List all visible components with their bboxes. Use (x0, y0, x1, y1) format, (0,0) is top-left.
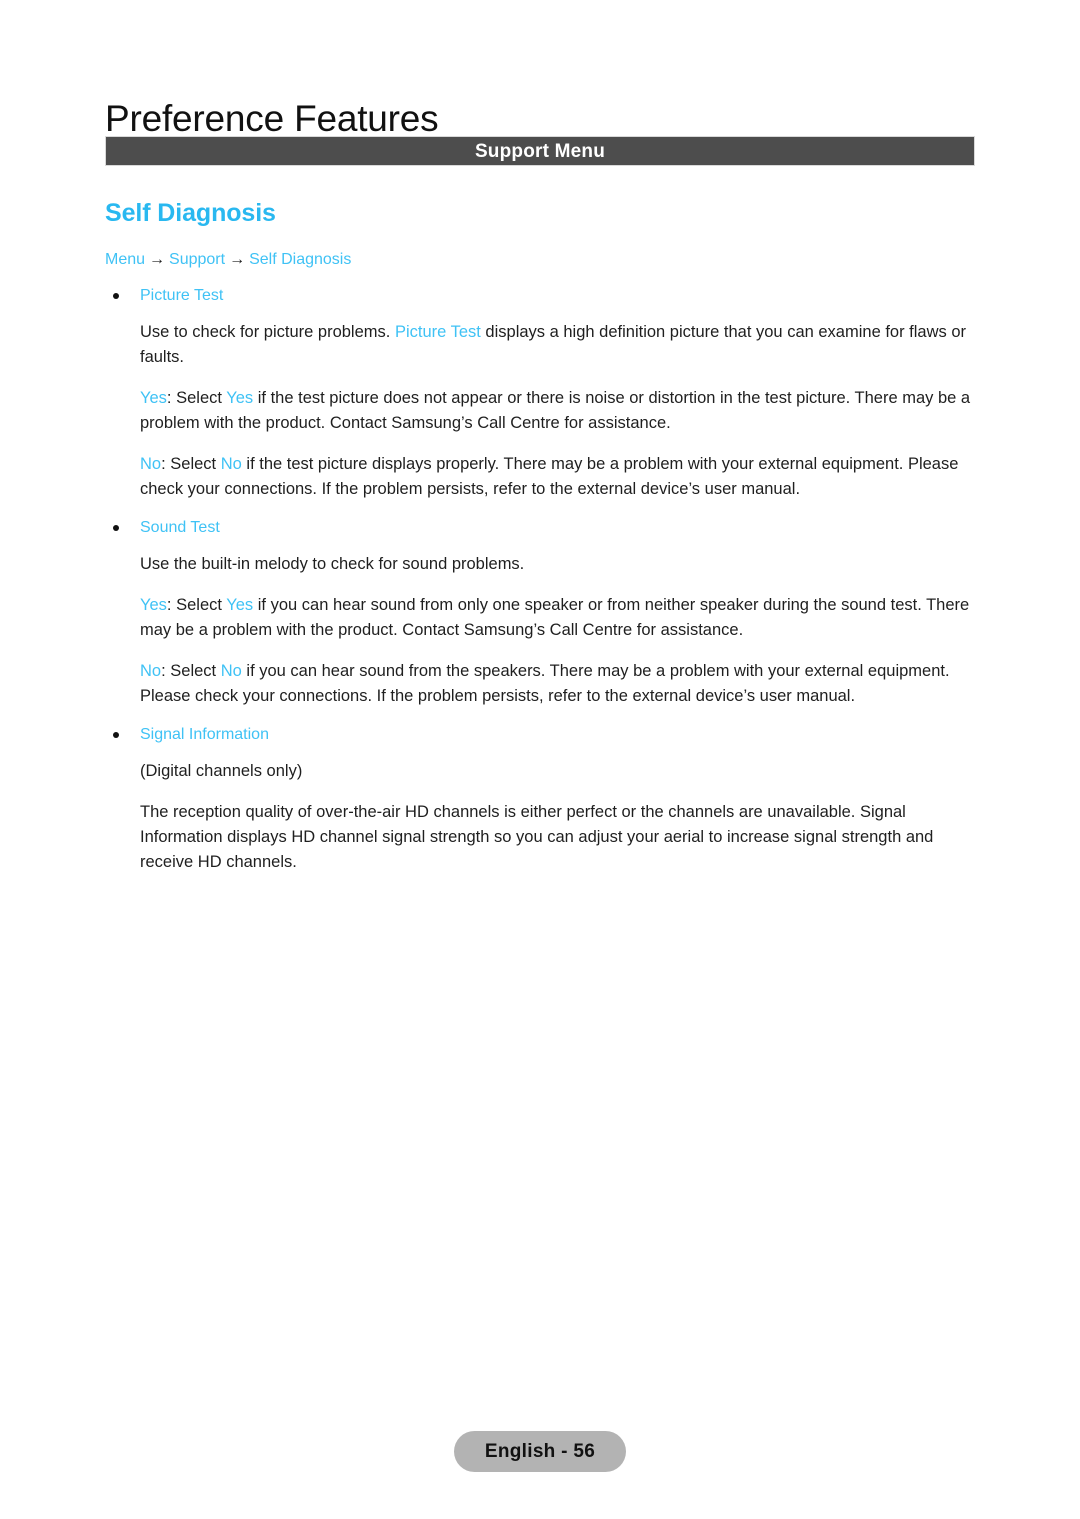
accent-term: Yes (226, 389, 254, 407)
bullet-label: Sound Test (140, 519, 220, 536)
footer-page-badge: English - 56 (454, 1431, 626, 1472)
breadcrumb-arrow-icon: → (229, 251, 246, 268)
bullet-item-signal-information: Signal Information (105, 725, 985, 745)
text-run: if you can hear sound from only one spea… (140, 596, 970, 639)
accent-term: No (140, 662, 162, 680)
text-run: : Select (161, 455, 221, 473)
section-header-label: Support Menu (474, 140, 606, 162)
text-run: if the test picture does not appear or t… (140, 389, 971, 432)
paragraph: (Digital channels only) (105, 759, 985, 784)
accent-term: No (220, 662, 242, 680)
chapter-title: Preference Features (105, 97, 439, 139)
text-run: if the test picture displays properly. T… (140, 455, 959, 498)
breadcrumb-item-self-diagnosis[interactable]: Self Diagnosis (249, 251, 351, 268)
text-run: (Digital channels only) (140, 762, 303, 780)
bullet-label: Picture Test (140, 287, 224, 304)
section-header-bar: Support Menu (105, 136, 975, 166)
paragraph: Yes: Select Yes if the test picture does… (105, 386, 985, 436)
text-run: : Select (166, 389, 227, 407)
paragraph: Yes: Select Yes if you can hear sound fr… (105, 593, 985, 643)
accent-term: Yes (140, 389, 167, 407)
text-run: Use to check for picture problems. (140, 323, 395, 341)
bullet-dot-icon (113, 732, 119, 738)
text-run: : Select (166, 596, 227, 614)
accent-term: No (140, 455, 162, 473)
text-run: Use the built-in melody to check for sou… (140, 555, 525, 573)
footer-page-label: English - 56 (484, 1440, 596, 1462)
accent-term: Picture Test (394, 323, 481, 341)
accent-term: No (220, 455, 242, 473)
paragraph: Use to check for picture problems. Pictu… (105, 320, 985, 370)
paragraph: The reception quality of over-the-air HD… (105, 800, 985, 875)
bullet-item-sound-test: Sound Test (105, 518, 985, 538)
text-run: if you can hear sound from the speakers.… (140, 662, 950, 705)
text-run: : Select (161, 662, 221, 680)
content-column: Self Diagnosis Menu → Support → Self Diagnos… (105, 198, 985, 875)
accent-term: Yes (140, 596, 167, 614)
breadcrumb-item-support[interactable]: Support (169, 251, 225, 268)
paragraph: Use the built-in melody to check for sou… (105, 552, 985, 577)
bullet-label: Signal Information (140, 726, 269, 743)
document-page: Preference Features Support Menu Self Di… (0, 0, 1080, 1519)
bullet-dot-icon (113, 293, 119, 299)
accent-term: Yes (226, 596, 254, 614)
paragraph: No: Select No if the test picture displa… (105, 452, 985, 502)
sections-container: Picture Test Use to check for picture pro… (105, 286, 985, 875)
breadcrumb-arrow-icon: → (149, 251, 166, 268)
paragraph: No: Select No if you can hear sound from… (105, 659, 985, 709)
breadcrumb-item-menu[interactable]: Menu (105, 251, 145, 268)
bullet-item-picture-test: Picture Test (105, 286, 985, 306)
bullet-dot-icon (113, 525, 119, 531)
topic-heading: Self Diagnosis (105, 199, 276, 227)
breadcrumb: Menu → Support → Self Diagnosis (105, 250, 985, 270)
text-run: The reception quality of over-the-air HD… (140, 803, 934, 871)
